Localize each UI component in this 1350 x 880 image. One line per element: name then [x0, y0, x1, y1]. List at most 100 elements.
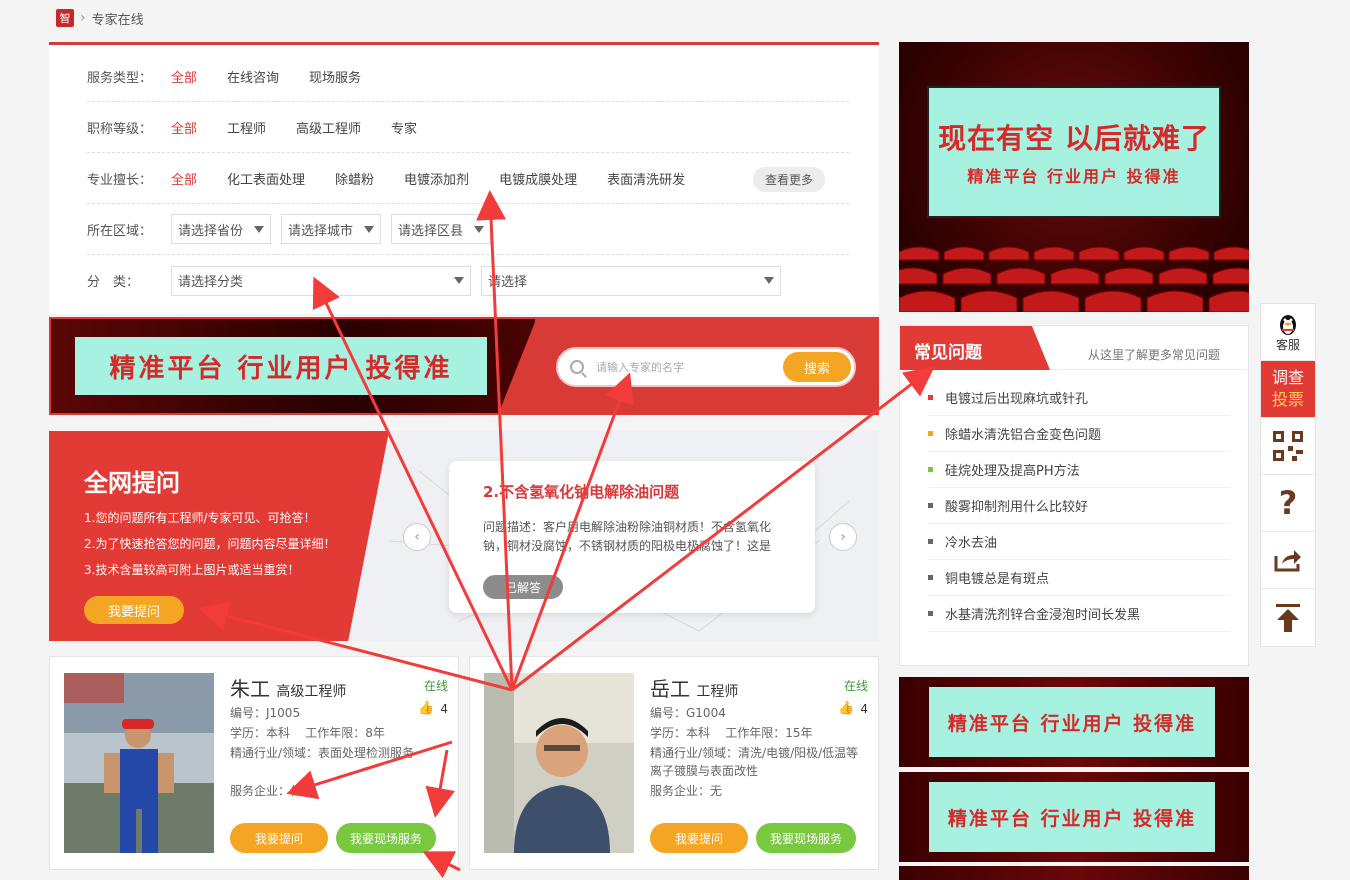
expert-company: 服务企业：保密 [230, 784, 315, 798]
right-ad[interactable]: 现在有空 以后就难了 精准平台 行业用户 投得准 [899, 42, 1249, 312]
filter-row-service: 服务类型： 全部 在线咨询 现场服务 [87, 51, 849, 102]
qrcode-button[interactable] [1261, 418, 1315, 475]
answered-badge[interactable]: 已解答 [483, 575, 563, 599]
breadcrumb: 智 › 专家在线 [56, 8, 144, 28]
bullet-icon [928, 395, 933, 400]
side-toolbar: 客服 调查 投票 ? [1260, 303, 1316, 647]
filter-label: 服务类型： [87, 70, 153, 86]
expert-field: 精通行业/领域：清洗/电镀/阳极/低温等离子镀膜与表面改性 [650, 746, 859, 778]
subcategory-select[interactable]: 请选择 [481, 265, 781, 296]
faq-item[interactable]: 硅烷处理及提高PH方法 [928, 452, 1230, 488]
select-value: 请选择城市 [288, 223, 354, 239]
survey-vote-button[interactable]: 调查 投票 [1261, 361, 1315, 418]
filter-option[interactable]: 专家 [391, 118, 417, 137]
online-status: 在线 [423, 679, 448, 693]
expert-card: 岳工 工程师 编号：G1004 学历：本科 工作年限：15年 精通行业/领域：清… [469, 656, 879, 870]
ask-expert-button[interactable]: 我要提问 [650, 823, 748, 853]
faq-item[interactable]: 铜电镀总是有斑点 [928, 560, 1230, 596]
question-card[interactable]: 2.不含氢氧化钠电解除油问题 问题描述：客户用电解除油粉除油铜材质！不含氢氧化钠… [449, 461, 815, 613]
filter-option[interactable]: 高级工程师 [296, 118, 361, 137]
expert-title: 工程师 [696, 684, 739, 700]
share-button[interactable] [1261, 532, 1315, 589]
filter-option[interactable]: 化工表面处理 [227, 169, 305, 188]
filter-option[interactable]: 工程师 [227, 118, 266, 137]
expert-search-box[interactable]: 请输入专家的名字 搜索 [556, 347, 856, 387]
back-to-top-button[interactable] [1261, 589, 1315, 646]
ask-title: 全网提问 [84, 469, 180, 497]
thumbs-up-icon[interactable]: 👍 [838, 701, 854, 716]
ask-question-button[interactable]: 我要提问 [84, 596, 184, 624]
caret-down-icon [254, 225, 264, 233]
expert-edu-years: 学历：本科 工作年限：15年 [650, 726, 813, 740]
banner-ad[interactable]: 精准平台 行业用户 投得准 [75, 337, 487, 395]
filter-option[interactable]: 电镀成膜处理 [499, 169, 577, 188]
expert-info: 朱工 高级工程师 编号：J1005 学历：本科 工作年限：8年 精通行业/领域：… [230, 673, 450, 800]
side-ad[interactable]: 精准平台 行业用户 投得准 [899, 772, 1249, 862]
filter-option[interactable]: 全部 [171, 169, 197, 188]
ask-tip: 1.您的问题所有工程师/专家可见、可抢答！ [84, 511, 316, 525]
onsite-service-button[interactable]: 我要现场服务 [336, 823, 436, 853]
search-button[interactable]: 搜索 [783, 352, 851, 382]
filter-option[interactable]: 除蜡粉 [335, 169, 374, 188]
help-button[interactable]: ? [1261, 475, 1315, 532]
filter-panel: 服务类型： 全部 在线咨询 现场服务 职称等级： 全部 工程师 高级工程师 专家… [49, 42, 879, 314]
ask-expert-button[interactable]: 我要提问 [230, 823, 328, 853]
likes-count[interactable]: 👍 4 [838, 701, 868, 716]
expert-name[interactable]: 岳工 工程师 [650, 673, 870, 702]
caret-down-icon [764, 277, 774, 284]
expert-info: 岳工 工程师 编号：G1004 学历：本科 工作年限：15年 精通行业/领域：清… [650, 673, 870, 800]
chevron-left-icon[interactable]: ‹ [403, 523, 431, 551]
side-ad[interactable] [899, 866, 1249, 880]
search-banner: 精准平台 行业用户 投得准 请输入专家的名字 搜索 [49, 317, 879, 415]
question-description: 问题描述：客户用电解除油粉除油铜材质！不含氢氧化钠，铜材没腐蚀，不锈钢材质的阳极… [483, 520, 772, 553]
faq-item[interactable]: 电镀过后出现麻坑或针孔 [928, 380, 1230, 416]
site-logo[interactable]: 智 [56, 9, 74, 27]
question-title[interactable]: 2.不含氢氧化钠电解除油问题 [483, 481, 781, 502]
chevron-right-icon[interactable]: › [829, 523, 857, 551]
faq-panel: 常见问题 从这里了解更多常见问题 电镀过后出现麻坑或针孔 除蜡水清洗铝合金变色问… [899, 325, 1249, 666]
expert-photo[interactable] [484, 673, 634, 853]
filter-label: 专业擅长： [87, 172, 153, 188]
select-value: 请选择分类 [178, 275, 244, 290]
expert-name[interactable]: 朱工 高级工程师 [230, 673, 450, 702]
penguin-icon [1280, 314, 1296, 335]
ad-tagline: 精准平台 行业用户 投得准 [967, 167, 1181, 186]
faq-item[interactable]: 水基清洗剂锌合金浸泡时间长发黑 [928, 596, 1230, 632]
search-icon [570, 360, 584, 374]
bullet-icon [928, 575, 933, 580]
filter-option[interactable]: 现场服务 [309, 67, 361, 86]
county-select[interactable]: 请选择区县 [391, 214, 491, 244]
ad-box: 精准平台 行业用户 投得准 [929, 782, 1215, 852]
faq-title[interactable]: 常见问题 [900, 326, 1050, 370]
filter-option[interactable]: 全部 [171, 67, 197, 86]
share-icon [1274, 550, 1301, 572]
likes-count[interactable]: 👍 4 [418, 701, 448, 716]
view-more-button[interactable]: 查看更多 [753, 167, 825, 192]
caret-down-icon [474, 225, 484, 233]
expert-photo[interactable] [64, 673, 214, 853]
city-select[interactable]: 请选择城市 [281, 214, 381, 244]
breadcrumb-current: 专家在线 [91, 12, 144, 28]
filter-row-level: 职称等级： 全部 工程师 高级工程师 专家 [87, 102, 849, 153]
filter-option[interactable]: 在线咨询 [227, 67, 279, 86]
onsite-service-button[interactable]: 我要现场服务 [756, 823, 856, 853]
qrcode-icon [1273, 431, 1303, 461]
faq-item[interactable]: 除蜡水清洗铝合金变色问题 [928, 416, 1230, 452]
filter-option[interactable]: 电镀添加剂 [404, 169, 469, 188]
faq-subtitle[interactable]: 从这里了解更多常见问题 [1088, 346, 1220, 363]
thumbs-up-icon[interactable]: 👍 [418, 701, 434, 716]
select-value: 请选择区县 [398, 223, 464, 239]
filter-option[interactable]: 全部 [171, 118, 197, 137]
tool-label: 客服 [1275, 337, 1300, 352]
caret-down-icon [364, 225, 374, 233]
side-ad[interactable]: 精准平台 行业用户 投得准 [899, 677, 1249, 767]
category-select[interactable]: 请选择分类 [171, 265, 471, 296]
customer-service-button[interactable]: 客服 [1261, 304, 1315, 361]
faq-item[interactable]: 冷水去油 [928, 524, 1230, 560]
filter-option[interactable]: 表面清洗研发 [607, 169, 685, 188]
bullet-icon [928, 539, 933, 544]
expert-edu-years: 学历：本科 工作年限：8年 [230, 726, 385, 740]
faq-item[interactable]: 酸雾抑制剂用什么比较好 [928, 488, 1230, 524]
ask-tip: 2.为了快速抢答您的问题，问题内容尽量详细！ [84, 537, 336, 551]
province-select[interactable]: 请选择省份 [171, 214, 271, 244]
